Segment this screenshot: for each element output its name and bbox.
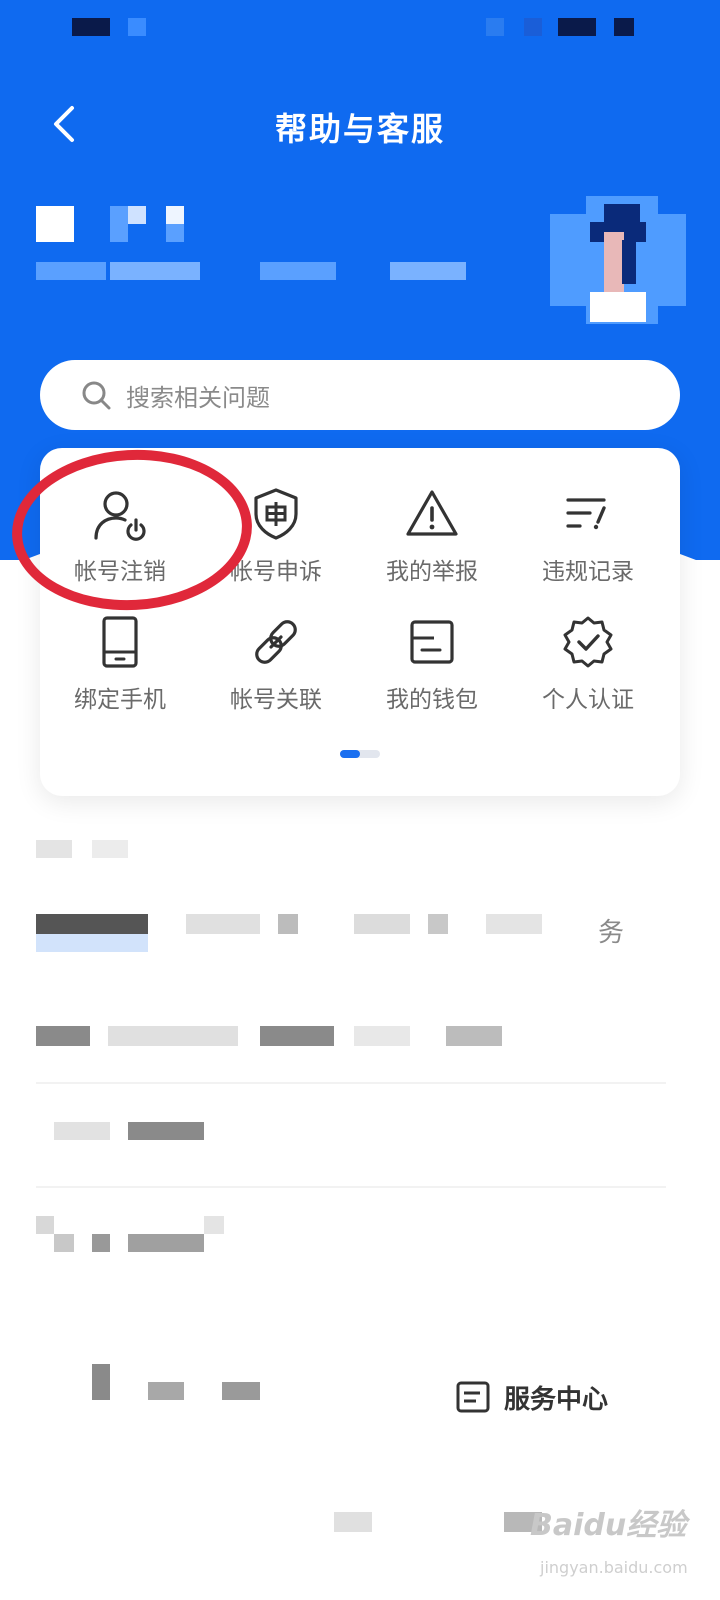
phone-icon [102, 616, 138, 668]
list-item-blur [486, 914, 542, 934]
list-item-blur[interactable] [54, 1122, 110, 1140]
username-blur [36, 206, 74, 242]
list-item-blur [186, 914, 260, 934]
action-label: 帐号注销 [74, 559, 166, 585]
warning-icon [406, 490, 458, 536]
shield-appeal-icon [254, 488, 298, 540]
service-center-icon [456, 1381, 490, 1413]
list-item-blur [446, 1026, 502, 1046]
service-center-button[interactable]: 服务中心 [452, 1375, 608, 1419]
status-signal-blur [558, 18, 596, 36]
action-label: 我的举报 [386, 559, 478, 585]
user-power-icon [94, 491, 146, 541]
wallet-icon [410, 620, 454, 664]
list-item-blur [128, 1122, 204, 1140]
user-subtitle-blur [260, 262, 336, 280]
list-item-blur [354, 1026, 410, 1046]
action-label: 违规记录 [542, 559, 634, 585]
page-title: 帮助与客服 [274, 110, 445, 148]
action-label: 绑定手机 [74, 687, 166, 713]
action-label: 帐号申诉 [230, 559, 322, 585]
action-label: 个人认证 [542, 687, 634, 713]
section-title-blur [92, 840, 128, 858]
section-title-blur [36, 840, 72, 858]
status-blur [486, 18, 504, 36]
watermark-logo: Baidu经验 [530, 1508, 687, 1543]
list-item-blur [54, 1234, 74, 1252]
username-blur [110, 206, 128, 242]
bottom-left-blur [222, 1382, 260, 1400]
action-bind-phone[interactable]: 绑定手机 [40, 610, 200, 730]
watermark-url: jingyan.baidu.com [540, 1558, 688, 1577]
page-indicator [340, 750, 380, 758]
list-item-blur [108, 1026, 238, 1046]
search-icon [82, 381, 111, 410]
status-blur [524, 18, 542, 36]
link-icon [255, 620, 297, 664]
status-time-blur [72, 18, 110, 36]
bottom-left-blur [148, 1382, 184, 1400]
verified-badge-icon [563, 616, 613, 668]
user-subtitle-blur [110, 262, 200, 280]
list-item-trailing: 务 [598, 918, 625, 948]
action-account-cancel[interactable]: 帐号注销 [40, 482, 200, 602]
user-subtitle-blur [390, 262, 466, 280]
action-account-appeal[interactable]: 帐号申诉 [196, 482, 356, 602]
divider [36, 1082, 666, 1084]
username-blur [166, 206, 184, 224]
action-label: 我的钱包 [386, 687, 478, 713]
action-personal-verification[interactable]: 个人认证 [508, 610, 668, 730]
violation-list-icon [566, 498, 606, 530]
list-item-blur [92, 1234, 110, 1252]
list-item-blur [128, 1234, 204, 1252]
search-placeholder: 搜索相关问题 [126, 383, 270, 412]
list-item-blur[interactable] [36, 1026, 90, 1046]
user-subtitle-blur [36, 262, 106, 280]
list-item-blur [354, 914, 410, 934]
list-item-blur[interactable] [36, 1216, 54, 1234]
action-label: 帐号关联 [230, 687, 322, 713]
list-item-blur [428, 914, 448, 934]
divider [36, 1186, 666, 1188]
list-item-blur[interactable] [36, 914, 148, 934]
action-my-wallet[interactable]: 我的钱包 [352, 610, 512, 730]
page-indicator-active [340, 750, 360, 758]
list-item-blur [204, 1216, 224, 1234]
quick-actions-card: 帐号注销 帐号申诉 我的举报 违规记录 绑定手机 帐号关联 我的钱包 个人认证 [40, 448, 680, 796]
list-item-blur [36, 934, 148, 952]
bottom-bar [0, 1340, 720, 1460]
list-item-blur [278, 914, 298, 934]
status-battery-blur [614, 18, 634, 36]
service-center-label: 服务中心 [504, 1384, 609, 1415]
footer-blur [334, 1512, 372, 1532]
status-icon-blur [128, 18, 146, 36]
bottom-left-blur[interactable] [92, 1364, 110, 1400]
list-item-blur [260, 1026, 334, 1046]
username-blur [128, 206, 146, 224]
action-account-link[interactable]: 帐号关联 [196, 610, 356, 730]
status-bar [0, 0, 720, 56]
avatar[interactable] [550, 196, 686, 324]
action-my-reports[interactable]: 我的举报 [352, 482, 512, 602]
search-bar[interactable]: 搜索相关问题 [40, 360, 680, 430]
action-violation-records[interactable]: 违规记录 [508, 482, 668, 602]
username-blur [166, 224, 184, 242]
